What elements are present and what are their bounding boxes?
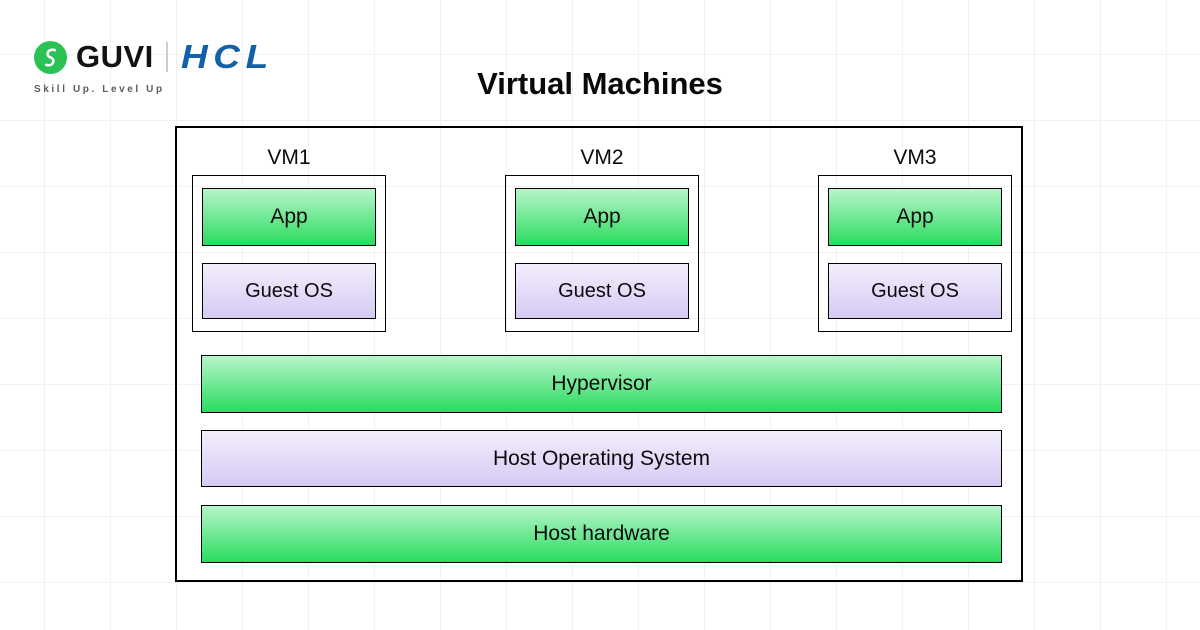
hypervisor-layer: Hypervisor [201, 355, 1002, 413]
page-title: Virtual Machines [0, 66, 1200, 102]
vm3-column: VM3 App Guest OS [818, 146, 1012, 332]
host-hardware-layer: Host hardware [201, 505, 1002, 563]
vm2-guest-os-layer: Guest OS [515, 263, 689, 319]
host-operating-system-layer: Host Operating System [201, 430, 1002, 487]
vm2-app-layer: App [515, 188, 689, 246]
vm1-box: App Guest OS [192, 175, 386, 332]
vm2-column: VM2 App Guest OS [505, 146, 699, 332]
vm-architecture-container: VM1 App Guest OS VM2 App Guest OS VM3 Ap… [175, 126, 1023, 582]
vm3-app-layer: App [828, 188, 1002, 246]
vm3-box: App Guest OS [818, 175, 1012, 332]
vm2-box: App Guest OS [505, 175, 699, 332]
page: { "header": { "logo": { "icon": "guvi-ci… [0, 0, 1200, 630]
vm2-label: VM2 [505, 146, 699, 170]
vm1-label: VM1 [192, 146, 386, 170]
vm3-label: VM3 [818, 146, 1012, 170]
vm1-guest-os-layer: Guest OS [202, 263, 376, 319]
vm1-column: VM1 App Guest OS [192, 146, 386, 332]
vm1-app-layer: App [202, 188, 376, 246]
vm3-guest-os-layer: Guest OS [828, 263, 1002, 319]
